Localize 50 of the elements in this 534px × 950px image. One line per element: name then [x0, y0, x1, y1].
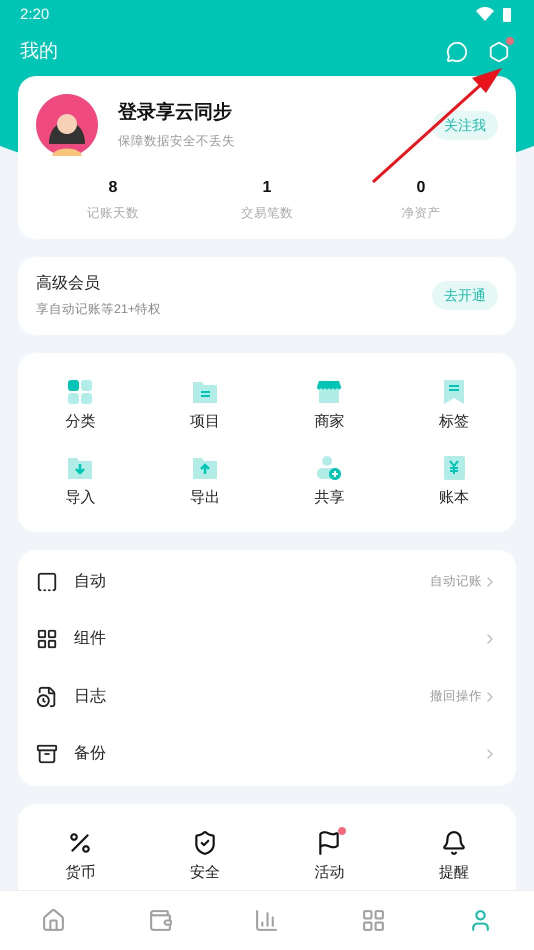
stat-label: 记账天数	[87, 205, 139, 222]
grid-icon	[67, 378, 94, 405]
folder-download-icon	[67, 455, 94, 482]
menu-row[interactable]: 日志 撤回操作	[18, 668, 516, 726]
feature-item[interactable]: 货币	[18, 830, 142, 884]
backup-icon	[36, 743, 58, 765]
menu-hint: 自动记账	[430, 573, 482, 590]
grid-icon	[36, 628, 58, 650]
shop-icon	[316, 378, 342, 405]
user-add-icon	[316, 455, 342, 482]
membership-card[interactable]: 高级会员 享自动记账等21+特权 去开通	[18, 256, 516, 335]
stat-value: 0	[416, 178, 426, 198]
stat-value: 1	[262, 178, 272, 198]
menu-label: 组件	[74, 629, 106, 649]
tool-item[interactable]: 导入	[18, 455, 142, 510]
tool-item[interactable]: 商家	[267, 378, 392, 434]
tool-item[interactable]: 标签	[392, 378, 516, 434]
menu-hint: 撤回操作	[430, 688, 482, 706]
feature-item[interactable]: 提醒	[392, 830, 516, 884]
folder-upload-icon	[192, 455, 218, 482]
membership-subtitle: 享自动记账等21+特权	[36, 301, 162, 318]
stat-label: 净资产	[402, 205, 440, 222]
status-icons	[474, 7, 514, 23]
menu-label: 自动	[74, 572, 106, 592]
stat-label: 交易笔数	[241, 205, 293, 222]
stat-value: 8	[108, 178, 118, 198]
page-title: 我的	[20, 40, 58, 64]
tool-item[interactable]: 账本	[392, 455, 516, 510]
feature-item[interactable]: 活动	[267, 830, 392, 884]
menu-label: 日志	[74, 686, 106, 706]
login-subtitle: 保障数据安全不丢失	[118, 132, 235, 150]
menu-row[interactable]: 组件	[18, 610, 516, 668]
login-title: 登录享云同步	[118, 100, 233, 126]
avatar	[36, 94, 98, 156]
log-icon	[36, 686, 58, 708]
wallet-icon	[148, 908, 173, 933]
tool-item[interactable]: 导出	[142, 455, 267, 510]
membership-title: 高级会员	[36, 274, 101, 294]
chart-icon	[254, 908, 280, 933]
status-time: 2:20	[20, 4, 50, 25]
menu-label: 备份	[74, 744, 106, 764]
menu-row[interactable]: 自动 自动记账	[18, 552, 516, 610]
grid-icon	[361, 908, 386, 933]
home-icon	[40, 908, 66, 933]
feature-item[interactable]: 安全	[142, 830, 267, 884]
tool-item[interactable]: 项目	[142, 378, 267, 434]
tool-item[interactable]: 共享	[267, 455, 392, 510]
bell-icon	[440, 830, 467, 856]
tool-item[interactable]: 分类	[18, 378, 142, 434]
menu-row[interactable]: 备份	[18, 725, 516, 783]
